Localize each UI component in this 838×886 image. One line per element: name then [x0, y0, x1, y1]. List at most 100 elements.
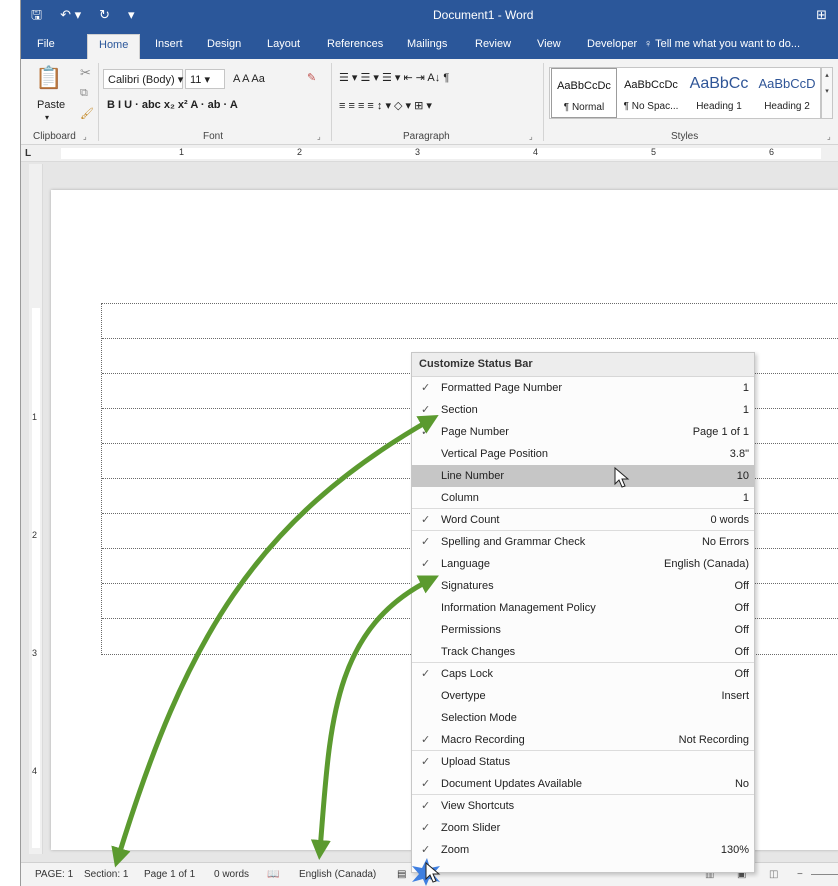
tab-design[interactable]: Design — [207, 38, 241, 50]
status-page-number[interactable]: Page 1 of 1 — [144, 869, 195, 880]
tab-selector[interactable]: L — [25, 148, 31, 159]
tab-file[interactable]: File — [37, 38, 55, 50]
tab-home[interactable]: Home — [87, 34, 141, 59]
ruler-number: 5 — [651, 147, 657, 157]
checkmark-icon: ✓ — [421, 778, 431, 790]
styles-launcher-icon[interactable]: ⌟ — [827, 132, 831, 141]
vertical-ruler[interactable]: 1 2 3 4 — [29, 164, 43, 854]
web-layout-icon[interactable]: ◫ — [769, 869, 778, 880]
group-label-font: Font — [203, 131, 224, 142]
zoom-slider[interactable] — [811, 874, 838, 875]
paste-button[interactable]: Paste — [37, 99, 65, 111]
save-icon[interactable]: 🖫 — [31, 7, 42, 23]
menu-item-value: Off — [734, 668, 749, 680]
paragraph-align-buttons[interactable]: ≡ ≡ ≡ ≡ ↕ ▾ ◇ ▾ ⊞ ▾ — [339, 99, 432, 112]
menu-item-zoom-slider[interactable]: ✓ Zoom Slider — [412, 817, 754, 839]
menu-item-value: Off — [734, 580, 749, 592]
ruler-number: 4 — [32, 766, 38, 776]
status-page[interactable]: PAGE: 1 — [35, 869, 73, 880]
style-heading-2[interactable]: AaBbCcD Heading 2 — [754, 68, 820, 118]
clipboard-launcher-icon[interactable]: ⌟ — [83, 132, 87, 141]
dropdown-icon[interactable]: ▾ — [128, 7, 135, 23]
tell-me-search[interactable]: ♀ Tell me what you want to do... — [644, 38, 800, 50]
menu-item-macro-recording[interactable]: ✓ Macro Recording Not Recording — [412, 729, 754, 751]
zoom-out-icon[interactable]: − — [797, 869, 803, 880]
tab-layout[interactable]: Layout — [267, 38, 300, 50]
menu-item-language[interactable]: ✓ Language English (Canada) — [412, 553, 754, 575]
menu-item-label: Section — [441, 404, 478, 416]
menu-item-track-changes[interactable]: Track Changes Off — [412, 641, 754, 663]
status-word-count[interactable]: 0 words — [214, 869, 249, 880]
menu-item-value: 1 — [742, 492, 749, 504]
style-normal[interactable]: AaBbCcDc ¶ Normal — [551, 68, 617, 118]
ruler-number: 2 — [32, 530, 38, 540]
title-bar: 🖫 ↶ ▾ ↻ ▾ Document1 - Word ⊞ — [21, 0, 838, 31]
menu-item-label: Macro Recording — [441, 734, 525, 746]
style-no-spacing[interactable]: AaBbCcDc ¶ No Spac... — [618, 68, 684, 118]
group-label-paragraph: Paragraph — [403, 131, 450, 142]
cut-icon[interactable]: ✂ — [80, 65, 91, 81]
menu-item-label: Language — [441, 558, 490, 570]
font-launcher-icon[interactable]: ⌟ — [317, 132, 321, 141]
table-row[interactable] — [102, 304, 838, 339]
style-heading-1[interactable]: AaBbCc Heading 1 — [686, 68, 752, 118]
menu-item-column[interactable]: Column 1 — [412, 487, 754, 509]
menu-item-spelling-and-grammar-check[interactable]: ✓ Spelling and Grammar Check No Errors — [412, 531, 754, 553]
menu-item-line-number[interactable]: Line Number 10 — [412, 465, 754, 487]
menu-item-value: Off — [734, 646, 749, 658]
ruler-number: 2 — [297, 147, 303, 157]
status-language[interactable]: English (Canada) — [299, 869, 376, 880]
paste-dropdown-icon[interactable]: ▾ — [45, 113, 49, 122]
menu-item-view-shortcuts[interactable]: ✓ View Shortcuts — [412, 795, 754, 817]
status-section[interactable]: Section: 1 — [84, 869, 128, 880]
menu-item-label: Caps Lock — [441, 668, 493, 680]
redo-icon[interactable]: ↻ — [99, 7, 110, 23]
format-painter-icon[interactable]: 🖌 — [80, 107, 94, 120]
undo-icon[interactable]: ↶ ▾ — [60, 7, 81, 23]
menu-item-overtype[interactable]: Overtype Insert — [412, 685, 754, 707]
menu-item-information-management-policy[interactable]: Information Management Policy Off — [412, 597, 754, 619]
menu-item-formatted-page-number[interactable]: ✓ Formatted Page Number 1 — [412, 377, 754, 399]
paragraph-list-buttons[interactable]: ☰ ▾ ☰ ▾ ☰ ▾ ⇤ ⇥ A↓ ¶ — [339, 71, 449, 84]
styles-more-button[interactable]: ▴ ▾ — [821, 67, 833, 119]
paragraph-launcher-icon[interactable]: ⌟ — [529, 132, 533, 141]
horizontal-ruler[interactable]: L 1 2 3 4 5 6 — [21, 145, 838, 162]
ruler-number: 3 — [415, 147, 421, 157]
font-format-buttons[interactable]: B I U · abc x₂ x² A · ab · A — [107, 99, 238, 111]
proofing-icon[interactable]: 📖 — [267, 869, 279, 880]
menu-item-label: Track Changes — [441, 646, 516, 658]
menu-item-vertical-page-position[interactable]: Vertical Page Position 3.8" — [412, 443, 754, 465]
tab-mailings[interactable]: Mailings — [407, 38, 447, 50]
menu-item-value: 3.8" — [729, 448, 749, 460]
menu-item-caps-lock[interactable]: ✓ Caps Lock Off — [412, 663, 754, 685]
paste-icon[interactable]: 📋 — [35, 65, 62, 91]
menu-item-signatures[interactable]: ✓ Signatures Off — [412, 575, 754, 597]
lightbulb-icon: ♀ — [644, 38, 656, 50]
ruler-number: 3 — [32, 648, 38, 658]
menu-item-page-number[interactable]: ✓ Page Number Page 1 of 1 — [412, 421, 754, 443]
tab-references[interactable]: References — [327, 38, 383, 50]
checkmark-icon: ✓ — [421, 844, 431, 856]
menu-item-value: 130% — [720, 844, 749, 856]
ribbon: 📋 ✂ ⧉ 🖌 Paste ▾ Clipboard ⌟ Calibri (Bod… — [21, 59, 838, 145]
tab-developer[interactable]: Developer — [587, 38, 637, 50]
font-grow-shrink-buttons[interactable]: A A Aa — [233, 73, 265, 85]
clear-formatting-icon[interactable]: ✎ — [307, 71, 316, 84]
menu-item-document-updates-available[interactable]: ✓ Document Updates Available No — [412, 773, 754, 795]
menu-item-selection-mode[interactable]: Selection Mode — [412, 707, 754, 729]
menu-item-label: Spelling and Grammar Check — [441, 536, 586, 548]
menu-item-upload-status[interactable]: ✓ Upload Status — [412, 751, 754, 773]
ribbon-display-options-icon[interactable]: ⊞ — [816, 7, 827, 23]
macro-recording-icon[interactable]: ▤ — [397, 869, 406, 880]
font-size-combo[interactable]: 11 ▾ — [185, 69, 225, 89]
tab-insert[interactable]: Insert — [155, 38, 183, 50]
tab-view[interactable]: View — [537, 38, 561, 50]
menu-item-label: Permissions — [441, 624, 501, 636]
menu-item-permissions[interactable]: Permissions Off — [412, 619, 754, 641]
menu-item-section[interactable]: ✓ Section 1 — [412, 399, 754, 421]
menu-item-word-count[interactable]: ✓ Word Count 0 words — [412, 509, 754, 531]
tab-review[interactable]: Review — [475, 38, 511, 50]
menu-item-zoom[interactable]: ✓ Zoom 130% — [412, 839, 754, 861]
copy-icon[interactable]: ⧉ — [80, 87, 88, 100]
font-name-combo[interactable]: Calibri (Body) ▾ — [103, 69, 183, 89]
